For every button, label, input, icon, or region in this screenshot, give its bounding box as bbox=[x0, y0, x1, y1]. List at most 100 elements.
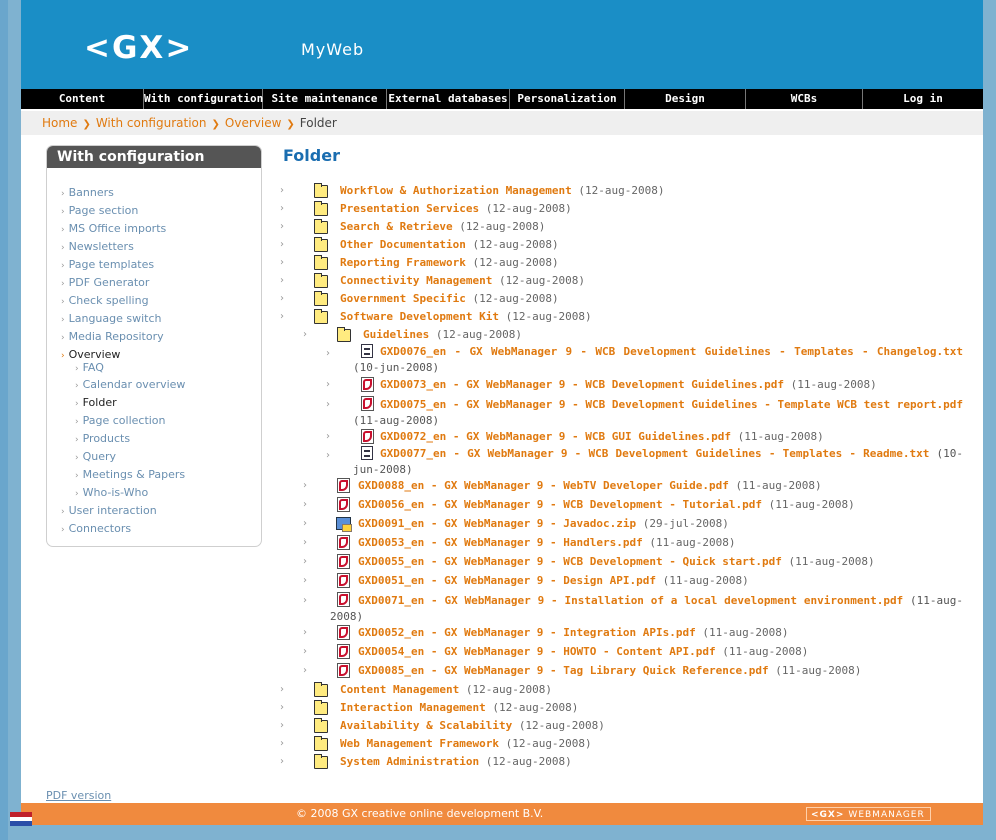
folder-link[interactable]: System Administration bbox=[340, 755, 479, 768]
file-link[interactable]: GXD0053_en - GX WebManager 9 - Handlers.… bbox=[358, 536, 643, 549]
tree-row-file: › GXD0085_en - GX WebManager 9 - Tag Libr… bbox=[303, 663, 861, 679]
folder-link[interactable]: Government Specific bbox=[340, 292, 466, 305]
folder-link[interactable]: Connectivity Management bbox=[340, 274, 492, 287]
pdf-file-icon bbox=[337, 535, 350, 550]
file-link[interactable]: GXD0056_en - GX WebManager 9 - WCB Devel… bbox=[358, 498, 762, 511]
folder-tree: › Workflow & Authorization Management (12… bbox=[280, 183, 963, 769]
folder-link[interactable]: Other Documentation bbox=[340, 238, 466, 251]
date-label: (11-aug-2008) bbox=[353, 414, 440, 427]
folder-icon bbox=[314, 700, 328, 715]
folder-link[interactable]: Workflow & Authorization Management bbox=[340, 184, 572, 197]
file-link[interactable]: GXD0051_en - GX WebManager 9 - Design AP… bbox=[358, 574, 656, 587]
open-folder-icon bbox=[314, 309, 328, 324]
pdf-file-icon bbox=[361, 429, 374, 444]
tree-row-file: GXD0075_en - GX WebManager 9 - WCB Devel… bbox=[353, 397, 963, 429]
zip-file-icon bbox=[336, 517, 352, 532]
folder-icon bbox=[314, 237, 328, 252]
chevron-right-icon: › bbox=[280, 257, 284, 268]
chevron-right-icon: › bbox=[303, 537, 307, 548]
chevron-right-icon: › bbox=[303, 329, 307, 340]
tree-row-folder: › Presentation Services (12-aug-2008) bbox=[280, 201, 572, 217]
pdf-file-icon bbox=[361, 377, 374, 392]
date-label: (12-aug-2008) bbox=[485, 755, 572, 768]
tree-row-file: › GXD0055_en - GX WebManager 9 - WCB Deve… bbox=[303, 554, 875, 570]
tree-row-file: GXD0076_en - GX WebManager 9 - WCB Devel… bbox=[353, 344, 963, 376]
folder-link[interactable]: Guidelines bbox=[363, 328, 429, 341]
tree-row-folder: › Web Management Framework (12-aug-2008) bbox=[280, 736, 592, 752]
folder-icon bbox=[314, 183, 328, 198]
date-label: (12-aug-2008) bbox=[435, 328, 522, 341]
file-link[interactable]: GXD0055_en - GX WebManager 9 - WCB Devel… bbox=[358, 555, 782, 568]
date-label: (12-aug-2008) bbox=[472, 292, 559, 305]
date-label: (11-aug-2008) bbox=[735, 479, 822, 492]
date-label: (12-aug-2008) bbox=[485, 202, 572, 215]
folder-icon bbox=[314, 273, 328, 288]
date-label: (11-aug-2008) bbox=[775, 664, 862, 677]
folder-link[interactable]: Content Management bbox=[340, 683, 459, 696]
tree-row-file: GXD0077_en - GX WebManager 9 - WCB Devel… bbox=[353, 446, 963, 478]
folder-icon bbox=[314, 291, 328, 306]
date-label: (12-aug-2008) bbox=[505, 310, 592, 323]
file-link[interactable]: GXD0077_en - GX WebManager 9 - WCB Devel… bbox=[380, 447, 929, 460]
folder-link[interactable]: Reporting Framework bbox=[340, 256, 466, 269]
folder-icon bbox=[314, 201, 328, 216]
chevron-right-icon: › bbox=[280, 738, 284, 749]
chevron-right-icon: › bbox=[303, 575, 307, 586]
chevron-right-icon: › bbox=[303, 646, 307, 657]
open-folder-icon bbox=[337, 327, 351, 342]
gx-logo-small: <GX> bbox=[811, 810, 845, 820]
file-link[interactable]: GXD0091_en - GX WebManager 9 - Javadoc.z… bbox=[358, 517, 636, 530]
tree-row-file: › GXD0088_en - GX WebManager 9 - WebTV De… bbox=[303, 478, 822, 494]
pdf-file-icon bbox=[337, 497, 350, 512]
folder-link[interactable]: Presentation Services bbox=[340, 202, 479, 215]
file-link[interactable]: GXD0085_en - GX WebManager 9 - Tag Libra… bbox=[358, 664, 769, 677]
folder-link[interactable]: Interaction Management bbox=[340, 701, 486, 714]
folder-link[interactable]: Web Management Framework bbox=[340, 737, 499, 750]
file-link[interactable]: GXD0052_en - GX WebManager 9 - Integrati… bbox=[358, 626, 696, 639]
tree-row-file: › GXD0072_en - GX WebManager 9 - WCB GUI … bbox=[326, 429, 824, 445]
date-label: (12-aug-2008) bbox=[578, 184, 665, 197]
file-link[interactable]: GXD0076_en - GX WebManager 9 - WCB Devel… bbox=[380, 345, 963, 358]
chevron-right-icon: › bbox=[280, 275, 284, 286]
date-label: (12-aug-2008) bbox=[505, 737, 592, 750]
page: <GX> MyWeb Content With configuration Si… bbox=[21, 0, 983, 825]
date-label: (11-aug-2008) bbox=[790, 378, 877, 391]
webmanager-logo[interactable]: <GX> WEBMANAGER bbox=[806, 807, 931, 821]
file-link[interactable]: GXD0072_en - GX WebManager 9 - WCB GUI G… bbox=[380, 430, 731, 443]
date-label: (12-aug-2008) bbox=[472, 238, 559, 251]
file-link[interactable]: GXD0071_en - GX WebManager 9 - Installat… bbox=[358, 594, 903, 607]
date-label: (12-aug-2008) bbox=[459, 220, 546, 233]
folder-link[interactable]: Availability & Scalability bbox=[340, 719, 512, 732]
folder-link[interactable]: Software Development Kit bbox=[340, 310, 499, 323]
tree-row-folder: › Availability & Scalability (12-aug-2008… bbox=[280, 718, 605, 734]
pdf-version-link[interactable]: PDF version bbox=[46, 789, 111, 802]
tree-row-folder: › Content Management (12-aug-2008) bbox=[280, 682, 552, 698]
date-label: (11-aug-2008) bbox=[662, 574, 749, 587]
folder-link[interactable]: Search & Retrieve bbox=[340, 220, 453, 233]
chevron-right-icon: › bbox=[303, 518, 307, 529]
date-label: (10-jun-2008) bbox=[353, 361, 440, 374]
file-link[interactable]: GXD0075_en - GX WebManager 9 - WCB Devel… bbox=[380, 398, 963, 411]
chevron-right-icon: › bbox=[280, 311, 284, 322]
dutch-flag-icon[interactable] bbox=[10, 812, 32, 826]
folder-icon bbox=[314, 682, 328, 697]
date-label: (29-jul-2008) bbox=[642, 517, 729, 530]
tree-row-folder-open: › Guidelines (12-aug-2008) bbox=[303, 327, 522, 343]
date-label: (12-aug-2008) bbox=[492, 701, 579, 714]
folder-icon bbox=[314, 754, 328, 769]
chevron-right-icon: › bbox=[280, 293, 284, 304]
tree-row-folder: › Workflow & Authorization Management (12… bbox=[280, 183, 665, 199]
file-link[interactable]: GXD0054_en - GX WebManager 9 - HOWTO - C… bbox=[358, 645, 716, 658]
pdf-file-icon bbox=[337, 554, 350, 569]
tree-row-file: › GXD0052_en - GX WebManager 9 - Integrat… bbox=[303, 625, 788, 641]
file-link[interactable]: GXD0073_en - GX WebManager 9 - WCB Devel… bbox=[380, 378, 784, 391]
pdf-file-icon bbox=[337, 478, 350, 493]
file-link[interactable]: GXD0088_en - GX WebManager 9 - WebTV Dev… bbox=[358, 479, 729, 492]
date-label: (11-aug-2008) bbox=[737, 430, 824, 443]
chevron-right-icon: › bbox=[280, 756, 284, 767]
webmanager-logo-text: WEBMANAGER bbox=[848, 810, 925, 820]
tree-row-folder: › Other Documentation (12-aug-2008) bbox=[280, 237, 559, 253]
tree-row-folder: › Connectivity Management (12-aug-2008) bbox=[280, 273, 585, 289]
chevron-right-icon: › bbox=[280, 185, 284, 196]
chevron-right-icon: › bbox=[303, 480, 307, 491]
